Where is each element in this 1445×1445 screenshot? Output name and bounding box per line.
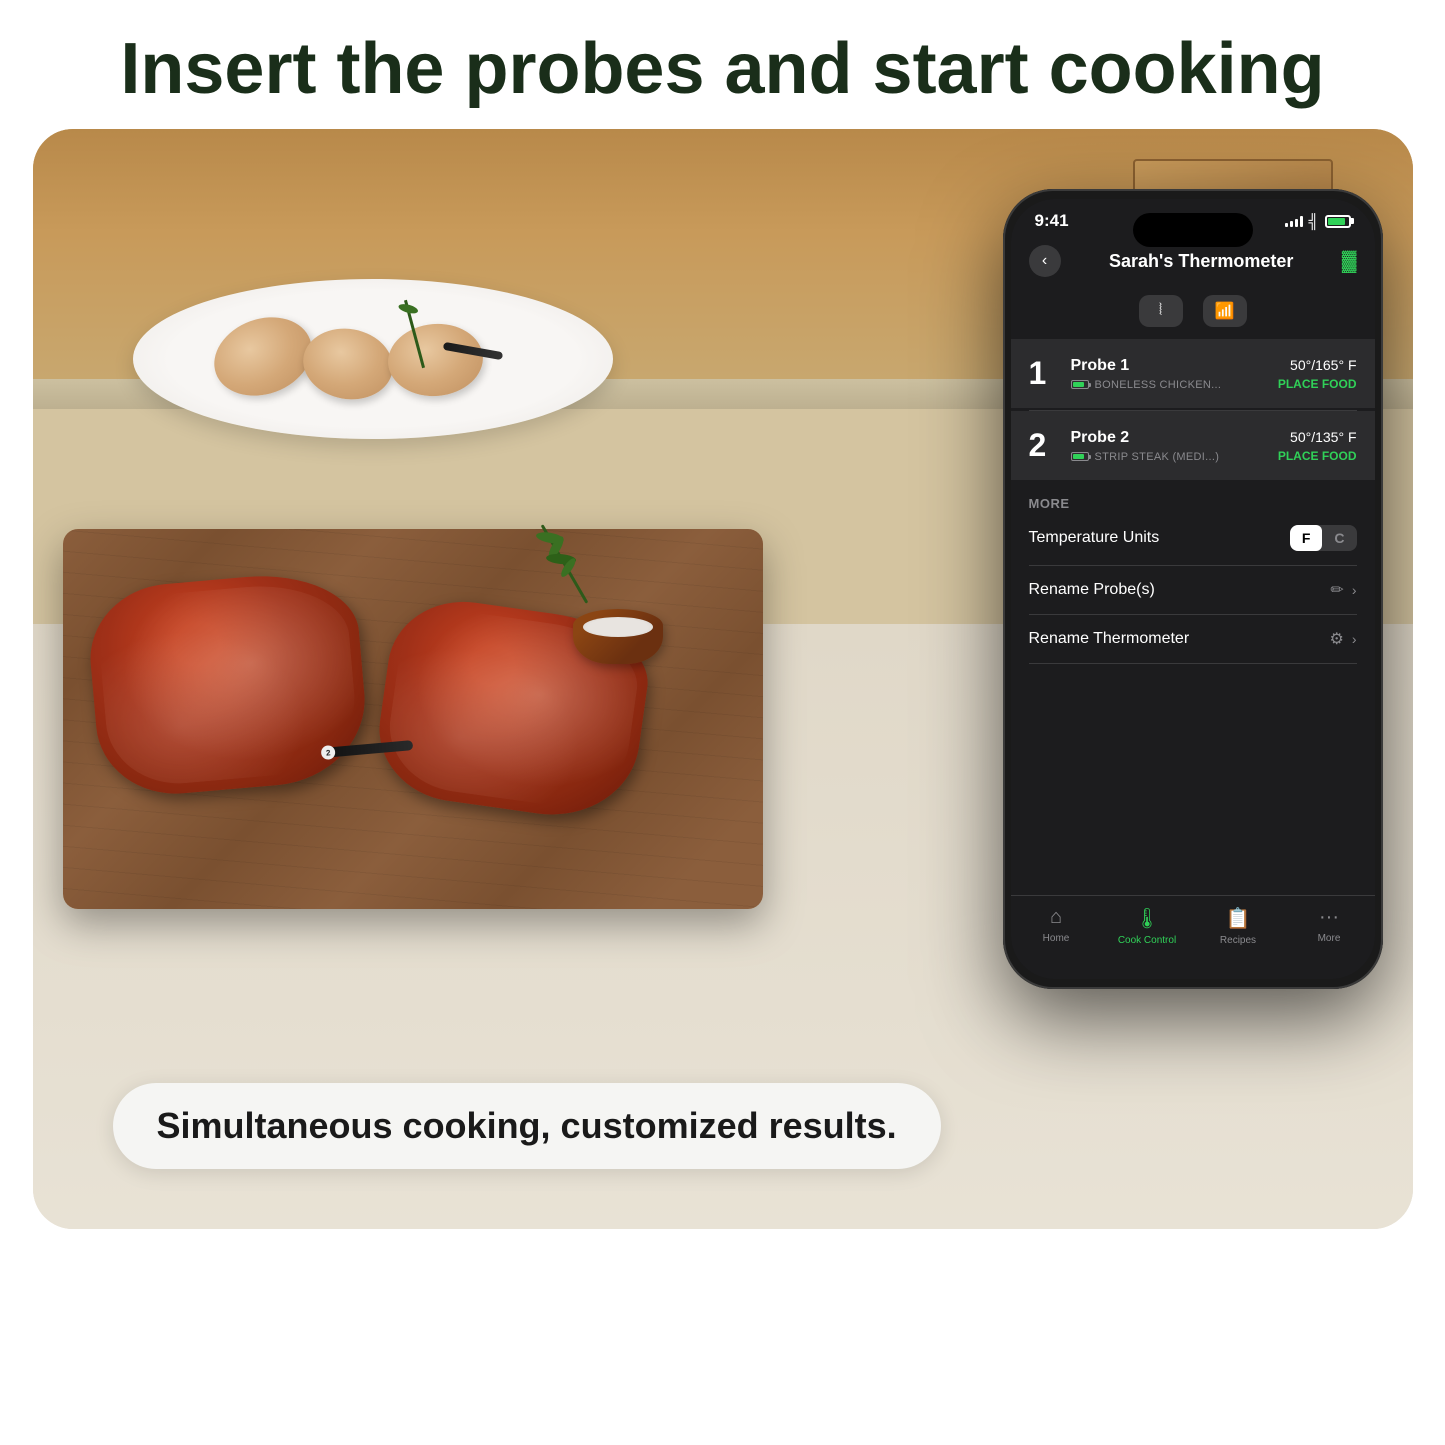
wifi-status-icon: ╣ bbox=[1309, 213, 1319, 229]
battery-status-icon bbox=[1325, 215, 1351, 228]
rename-probes-label: Rename Probe(s) bbox=[1029, 581, 1155, 599]
probe-card-2[interactable]: 2 Probe 2 STRIP STEAK (MEDI...) 50 bbox=[1011, 411, 1375, 480]
signal-bar-3 bbox=[1295, 219, 1298, 227]
back-button[interactable]: ‹ bbox=[1029, 245, 1061, 277]
chicken-piece-3 bbox=[385, 320, 486, 400]
more-section: MORE Temperature Units F C bbox=[1011, 482, 1375, 672]
rename-thermometer-label: Rename Thermometer bbox=[1029, 630, 1190, 648]
device-battery-icon: ▓ bbox=[1342, 250, 1357, 273]
bowl-outer bbox=[573, 609, 663, 664]
rename-thermometer-right: ⚙ › bbox=[1329, 629, 1356, 649]
probe-2-name: Probe 2 bbox=[1071, 429, 1264, 447]
wifi-connectivity-icon[interactable]: 📶 bbox=[1203, 295, 1247, 327]
probe-2-food: STRIP STEAK (MEDI...) bbox=[1095, 451, 1220, 463]
tagline-text: Simultaneous cooking, customized results… bbox=[157, 1105, 897, 1146]
probe-1-number: 1 bbox=[1029, 355, 1057, 392]
connectivity-row: ⦚ 📶 bbox=[1011, 287, 1375, 339]
probe-card-1[interactable]: 1 Probe 1 BONELESS CHICKEN... 50°/ bbox=[1011, 339, 1375, 408]
probe-1-status: PLACE FOOD bbox=[1278, 377, 1357, 391]
nav-item-home[interactable]: ⌂ Home bbox=[1011, 906, 1102, 944]
wifi-symbol: 📶 bbox=[1215, 301, 1235, 321]
cook-control-label: Cook Control bbox=[1118, 935, 1176, 946]
more-icon: ··· bbox=[1319, 906, 1339, 929]
signal-bars-icon bbox=[1285, 215, 1303, 227]
salt-bowl bbox=[573, 609, 663, 679]
tagline-bubble: Simultaneous cooking, customized results… bbox=[113, 1083, 941, 1169]
probe-1-battery-row: BONELESS CHICKEN... bbox=[1071, 379, 1264, 391]
probe-2-temp: 50°/135° F bbox=[1278, 429, 1357, 445]
gear-icon: ⚙ bbox=[1329, 629, 1343, 649]
home-label: Home bbox=[1043, 933, 1070, 944]
wood-board: 2 bbox=[63, 529, 763, 909]
tagline-area: Simultaneous cooking, customized results… bbox=[113, 1083, 941, 1169]
nav-item-cook-control[interactable]: 🌡 Cook Control bbox=[1102, 906, 1193, 946]
probe-1-name: Probe 1 bbox=[1071, 357, 1264, 375]
back-chevron-icon: ‹ bbox=[1042, 252, 1047, 270]
screen-title: Sarah's Thermometer bbox=[1109, 251, 1293, 272]
rename-thermometer-chevron-icon: › bbox=[1352, 631, 1357, 647]
cutting-board-area: 2 bbox=[63, 529, 763, 909]
probe-1-temp: 50°/165° F bbox=[1278, 357, 1357, 373]
probe-1-battery-fill bbox=[1073, 382, 1084, 387]
probe-1-right: 50°/165° F PLACE FOOD bbox=[1278, 357, 1357, 391]
bottom-navigation: ⌂ Home 🌡 Cook Control 📋 Recipes ··· bbox=[1011, 895, 1375, 979]
probe-2-battery-fill bbox=[1073, 454, 1084, 459]
more-title: MORE bbox=[1029, 496, 1357, 511]
rename-thermometer-row[interactable]: Rename Thermometer ⚙ › bbox=[1029, 615, 1357, 664]
probe-2-battery-row: STRIP STEAK (MEDI...) bbox=[1071, 451, 1264, 463]
recipes-label: Recipes bbox=[1220, 935, 1256, 946]
signal-bar-1 bbox=[1285, 223, 1288, 227]
phone-mockup: 9:41 ╣ bbox=[1003, 189, 1383, 989]
probe-1-food: BONELESS CHICKEN... bbox=[1095, 379, 1222, 391]
battery-fill bbox=[1328, 218, 1345, 225]
probe-1-info: Probe 1 BONELESS CHICKEN... bbox=[1071, 357, 1264, 391]
cook-control-icon: 🌡 bbox=[1134, 906, 1159, 931]
status-icons: ╣ bbox=[1285, 213, 1351, 229]
steak-1 bbox=[84, 568, 371, 801]
probe-2-right: 50°/135° F PLACE FOOD bbox=[1278, 429, 1357, 463]
page-headline: Insert the probes and start cooking bbox=[60, 0, 1384, 129]
probe-2-battery-icon bbox=[1071, 452, 1089, 461]
celsius-option[interactable]: C bbox=[1322, 525, 1356, 551]
rename-probes-row[interactable]: Rename Probe(s) ✏ › bbox=[1029, 566, 1357, 615]
temperature-units-right: F C bbox=[1290, 525, 1357, 551]
signal-bar-2 bbox=[1290, 221, 1293, 227]
rename-probes-right: ✏ › bbox=[1330, 580, 1356, 600]
home-icon: ⌂ bbox=[1050, 906, 1062, 929]
signal-bar-4 bbox=[1300, 216, 1303, 227]
phone-screen: 9:41 ╣ bbox=[1011, 199, 1375, 979]
edit-icon: ✏ bbox=[1330, 580, 1343, 600]
plate bbox=[133, 279, 613, 439]
recipes-icon: 📋 bbox=[1226, 906, 1251, 931]
temp-unit-toggle[interactable]: F C bbox=[1290, 525, 1357, 551]
bluetooth-icon[interactable]: ⦚ bbox=[1139, 295, 1183, 327]
temperature-units-label: Temperature Units bbox=[1029, 529, 1160, 547]
bluetooth-symbol: ⦚ bbox=[1159, 302, 1162, 320]
probe-2-status: PLACE FOOD bbox=[1278, 449, 1357, 463]
nav-item-more[interactable]: ··· More bbox=[1284, 906, 1375, 944]
main-image-area: 2 9: bbox=[33, 129, 1413, 1229]
probe-2-info: Probe 2 STRIP STEAK (MEDI...) bbox=[1071, 429, 1264, 463]
chicken-piece-2 bbox=[297, 322, 398, 407]
chicken-plate-area bbox=[113, 259, 633, 459]
dynamic-island bbox=[1133, 213, 1253, 247]
probe-2-number: 2 bbox=[1029, 427, 1057, 464]
more-label: More bbox=[1318, 933, 1341, 944]
fahrenheit-option[interactable]: F bbox=[1290, 525, 1323, 551]
phone-frame: 9:41 ╣ bbox=[1003, 189, 1383, 989]
page-wrapper: Insert the probes and start cooking bbox=[0, 0, 1445, 1445]
temperature-units-row[interactable]: Temperature Units F C bbox=[1029, 511, 1357, 566]
steak-1-marbling bbox=[95, 579, 361, 790]
status-time: 9:41 bbox=[1035, 211, 1069, 231]
probe-1-battery-icon bbox=[1071, 380, 1089, 389]
bowl-inner bbox=[583, 617, 653, 637]
nav-item-recipes[interactable]: 📋 Recipes bbox=[1193, 906, 1284, 946]
rename-probes-chevron-icon: › bbox=[1352, 582, 1357, 598]
